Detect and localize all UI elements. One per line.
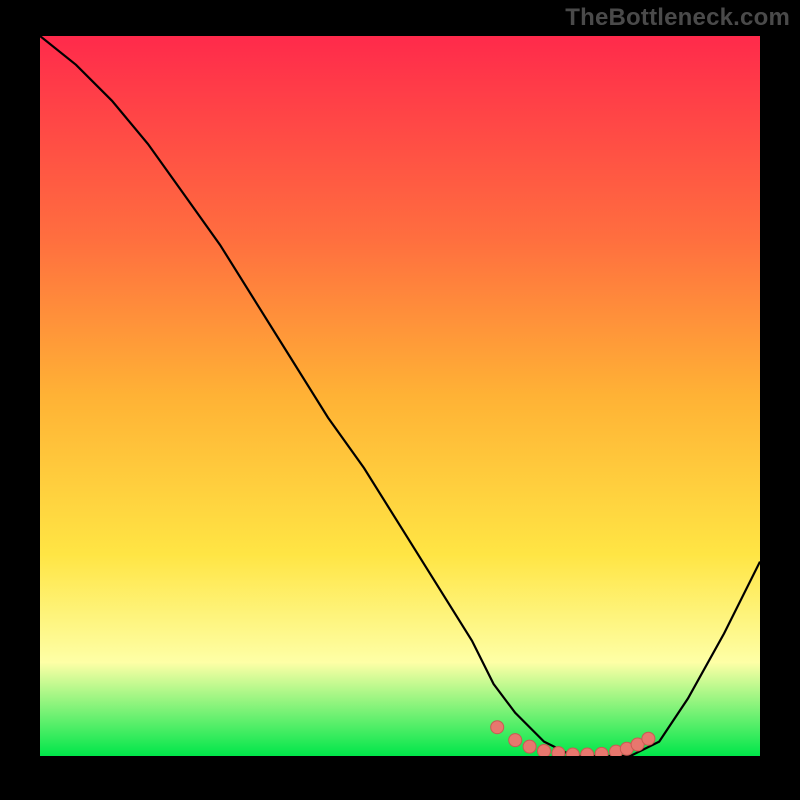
plot-area bbox=[40, 36, 760, 756]
chart-frame: TheBottleneck.com bbox=[0, 0, 800, 800]
marker-dot bbox=[642, 732, 655, 745]
marker-dot bbox=[509, 734, 522, 747]
marker-dot bbox=[523, 740, 536, 753]
watermark-text: TheBottleneck.com bbox=[565, 4, 790, 32]
marker-dot bbox=[491, 721, 504, 734]
marker-dot bbox=[566, 748, 579, 756]
marker-dot bbox=[581, 748, 594, 756]
chart-svg bbox=[40, 36, 760, 756]
marker-dot bbox=[538, 744, 551, 756]
marker-dot bbox=[595, 747, 608, 756]
marker-dot bbox=[552, 747, 565, 756]
